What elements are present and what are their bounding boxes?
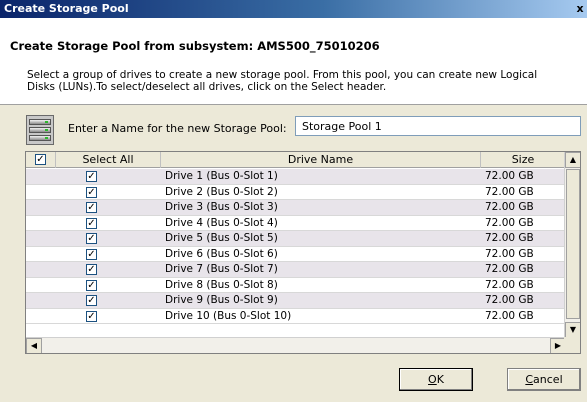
drive-name-cell: Drive 6 (Bus 0-Slot 6): [165, 247, 278, 260]
select-all-header-checkbox-cell[interactable]: ✓: [26, 152, 56, 168]
size-header[interactable]: Size: [481, 152, 565, 168]
drive-select-checkbox[interactable]: ✓: [86, 217, 97, 229]
scrollbar-corner: [564, 337, 580, 353]
storage-pool-icon: [26, 115, 54, 145]
drive-name-header[interactable]: Drive Name: [161, 152, 481, 168]
table-row[interactable]: ✓ Drive 4 (Bus 0-Slot 4) 72.00 GB: [26, 216, 565, 231]
drive-select-checkbox[interactable]: ✓: [86, 264, 97, 275]
drive-select-checkbox[interactable]: ✓: [86, 310, 97, 322]
scroll-left-arrow-icon[interactable]: ◀: [26, 338, 42, 353]
scroll-up-arrow-icon[interactable]: ▲: [565, 152, 580, 168]
drive-size-cell: 72.00 GB: [485, 247, 534, 260]
vertical-scroll-thumb[interactable]: [566, 169, 580, 319]
drive-name-cell: Drive 7 (Bus 0-Slot 7): [165, 263, 278, 275]
drive-size-cell: 72.00 GB: [485, 309, 534, 322]
title-bar: Create Storage Pool x: [0, 0, 587, 18]
drive-select-checkbox[interactable]: ✓: [86, 186, 97, 198]
table-row[interactable]: ✓ Drive 1 (Bus 0-Slot 1) 72.00 GB: [26, 169, 565, 185]
table-row[interactable]: ✓ Drive 9 (Bus 0-Slot 9) 72.00 GB: [26, 293, 565, 309]
drive-name-cell: Drive 10 (Bus 0-Slot 10): [165, 309, 292, 322]
drive-name-cell: Drive 1 (Bus 0-Slot 1): [165, 170, 278, 182]
drive-slab-icon: [29, 135, 51, 141]
drive-name-cell: Drive 8 (Bus 0-Slot 8): [165, 278, 278, 291]
table-row[interactable]: ✓ Drive 5 (Bus 0-Slot 5) 72.00 GB: [26, 231, 565, 247]
table-row[interactable]: ✓ Drive 6 (Bus 0-Slot 6) 72.00 GB: [26, 247, 565, 262]
drive-grid: ✓ Select All Drive Name Size ✓ Drive 1 (B…: [25, 151, 581, 354]
drive-name-cell: Drive 3 (Bus 0-Slot 3): [165, 201, 278, 213]
drive-select-checkbox[interactable]: ✓: [86, 248, 97, 260]
drive-name-cell: Drive 5 (Bus 0-Slot 5): [165, 232, 278, 244]
drive-select-checkbox[interactable]: ✓: [86, 171, 97, 182]
drive-size-cell: 72.00 GB: [485, 263, 534, 275]
drive-select-checkbox[interactable]: ✓: [86, 202, 97, 213]
drive-select-checkbox[interactable]: ✓: [86, 295, 97, 306]
table-row[interactable]: ✓ Drive 2 (Bus 0-Slot 2) 72.00 GB: [26, 185, 565, 200]
drive-slab-icon: [29, 119, 51, 125]
table-row[interactable]: ✓ Drive 8 (Bus 0-Slot 8) 72.00 GB: [26, 278, 565, 293]
drive-size-cell: 72.00 GB: [485, 170, 534, 182]
drive-name-cell: Drive 4 (Bus 0-Slot 4): [165, 216, 278, 229]
table-row[interactable]: ✓ Drive 3 (Bus 0-Slot 3) 72.00 GB: [26, 200, 565, 216]
drive-size-cell: 72.00 GB: [485, 201, 534, 213]
drive-slab-icon: [29, 127, 51, 133]
window-title: Create Storage Pool: [4, 2, 129, 15]
drive-name-cell: Drive 2 (Bus 0-Slot 2): [165, 185, 278, 198]
drive-size-cell: 72.00 GB: [485, 232, 534, 244]
ok-button[interactable]: OK: [399, 368, 473, 391]
cancel-button[interactable]: Cancel: [507, 368, 581, 391]
pool-name-input[interactable]: [295, 116, 581, 136]
drive-size-cell: 72.00 GB: [485, 216, 534, 229]
table-row[interactable]: ✓ Drive 10 (Bus 0-Slot 10) 72.00 GB: [26, 309, 565, 324]
drive-size-cell: 72.00 GB: [485, 185, 534, 198]
horizontal-scrollbar[interactable]: ◀ ▶: [26, 337, 566, 353]
drive-select-checkbox[interactable]: ✓: [86, 233, 97, 244]
select-all-checkbox[interactable]: ✓: [35, 154, 46, 165]
grid-header: ✓ Select All Drive Name Size: [26, 152, 565, 168]
drive-size-cell: 72.00 GB: [485, 278, 534, 291]
drive-name-cell: Drive 9 (Bus 0-Slot 9): [165, 294, 278, 306]
scroll-down-arrow-icon[interactable]: ▼: [565, 322, 580, 338]
header-description: Select a group of drives to create a new…: [27, 69, 538, 93]
header-title: Create Storage Pool from subsystem: AMS5…: [10, 39, 380, 53]
drive-size-cell: 72.00 GB: [485, 294, 534, 306]
dialog-header: Create Storage Pool from subsystem: AMS5…: [0, 18, 587, 105]
drive-rows: ✓ Drive 1 (Bus 0-Slot 1) 72.00 GB ✓ Drive 2 …: [26, 169, 565, 324]
table-row[interactable]: ✓ Drive 7 (Bus 0-Slot 7) 72.00 GB: [26, 262, 565, 278]
vertical-scrollbar[interactable]: ▲ ▼: [564, 152, 580, 338]
pool-name-label: Enter a Name for the new Storage Pool:: [68, 122, 287, 135]
select-all-header[interactable]: Select All: [56, 152, 161, 168]
drive-select-checkbox[interactable]: ✓: [86, 279, 97, 291]
close-icon[interactable]: x: [575, 2, 585, 16]
